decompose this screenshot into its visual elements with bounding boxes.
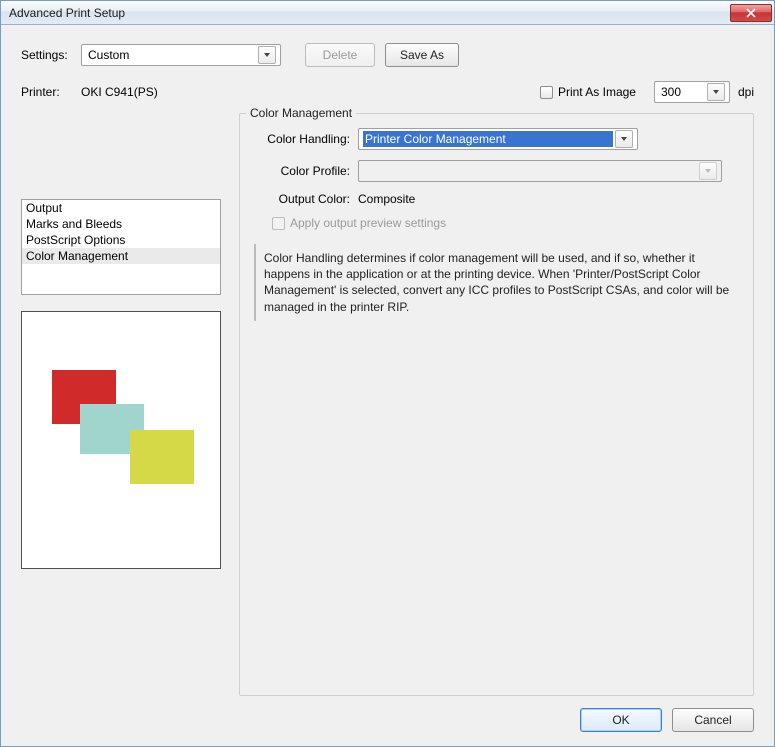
dpi-unit-label: dpi [738, 85, 754, 99]
window-title: Advanced Print Setup [9, 6, 730, 20]
right-column: Color Management Color Handling: Printer… [239, 113, 754, 696]
ok-button[interactable]: OK [580, 708, 662, 732]
preview-shape-yellow [130, 430, 194, 484]
list-item[interactable]: Marks and Bleeds [22, 216, 220, 232]
apply-output-preview-label: Apply output preview settings [290, 216, 446, 230]
print-as-image-checkbox[interactable] [540, 86, 553, 99]
help-text: Color Handling determines if color manag… [254, 244, 739, 321]
dialog-footer: OK Cancel [21, 696, 754, 732]
window: Advanced Print Setup Settings: Custom De… [0, 0, 775, 747]
dialog-content: Settings: Custom Delete Save As Printer:… [1, 25, 774, 746]
page-preview [21, 311, 221, 569]
color-profile-dropdown [358, 160, 722, 182]
color-management-group: Color Management Color Handling: Printer… [239, 113, 754, 696]
groupbox-title: Color Management [246, 106, 356, 120]
chevron-down-icon [258, 46, 276, 64]
printer-row: Printer: OKI C941(PS) Print As Image 300… [21, 81, 754, 103]
category-listbox[interactable]: Output Marks and Bleeds PostScript Optio… [21, 199, 221, 295]
chevron-down-icon [699, 162, 717, 180]
close-button[interactable] [730, 4, 772, 22]
list-item[interactable]: Output [22, 200, 220, 216]
output-color-value: Composite [358, 192, 415, 206]
settings-dropdown[interactable]: Custom [81, 44, 281, 66]
cancel-button[interactable]: Cancel [672, 708, 754, 732]
chevron-down-icon [615, 130, 633, 148]
color-handling-dropdown[interactable]: Printer Color Management [358, 128, 638, 150]
printer-label: Printer: [21, 85, 81, 99]
settings-dropdown-value: Custom [88, 48, 254, 62]
titlebar[interactable]: Advanced Print Setup [1, 1, 774, 25]
apply-output-preview-checkbox [272, 217, 285, 230]
main-area: Output Marks and Bleeds PostScript Optio… [21, 113, 754, 696]
left-column: Output Marks and Bleeds PostScript Optio… [21, 113, 221, 696]
dpi-value: 300 [661, 85, 703, 99]
list-item[interactable]: PostScript Options [22, 232, 220, 248]
chevron-down-icon [707, 83, 725, 101]
output-color-label: Output Color: [254, 192, 358, 206]
dpi-dropdown[interactable]: 300 [654, 81, 730, 103]
color-handling-label: Color Handling: [254, 132, 358, 146]
color-handling-value: Printer Color Management [363, 131, 613, 147]
settings-label: Settings: [21, 48, 81, 62]
print-as-image-label: Print As Image [558, 85, 636, 99]
save-as-button[interactable]: Save As [385, 43, 459, 67]
color-profile-label: Color Profile: [254, 164, 358, 178]
printer-name: OKI C941(PS) [81, 85, 158, 99]
close-icon [746, 8, 756, 18]
delete-button[interactable]: Delete [305, 43, 375, 67]
list-item[interactable]: Color Management [22, 248, 220, 264]
settings-row: Settings: Custom Delete Save As [21, 43, 754, 67]
